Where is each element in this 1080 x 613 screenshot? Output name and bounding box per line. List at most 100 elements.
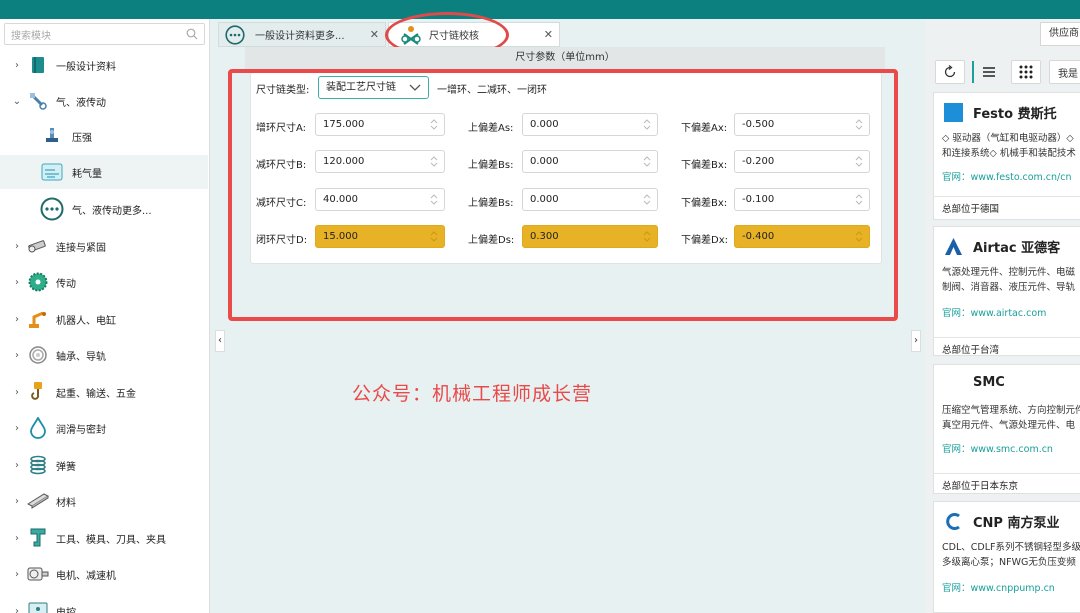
supplier-headquarters: 总部位于台湾 (934, 337, 1080, 356)
clamp-icon (26, 526, 50, 550)
supplier-website-link[interactable]: 官网：www.cnppump.cn (942, 580, 1055, 594)
supplier-panel: 供应商 我是 Festo 费斯托 ◇ 驱动器（气缸和电驱动器）◇ 和连接系统◇ 机… (925, 19, 1080, 613)
sidebar-item-label: 气、液传动 (56, 97, 106, 109)
sidebar-item-bearing[interactable]: › 轴承、导轨 (0, 338, 208, 372)
description-line: 和连接系统◇ 机械手和装配技术 (942, 148, 1076, 159)
refresh-icon (944, 65, 956, 78)
refresh-button[interactable] (935, 60, 965, 84)
chevron-right-icon[interactable]: › (12, 60, 22, 71)
supplier-name: Festo 费斯托 (973, 107, 1057, 122)
more-icon (225, 25, 245, 48)
sidebar-item-label: 轴承、导轨 (56, 351, 106, 363)
description-line: 压缩空气管理系统、方向控制元件 (942, 405, 1080, 416)
airtac-logo (945, 238, 962, 255)
tab-suppliers[interactable]: 供应商 (1040, 22, 1080, 46)
supplier-name: SMC (973, 375, 1005, 390)
sidebar-item-pressure[interactable]: 压强 (0, 119, 208, 153)
supplier-headquarters: 总部位于德国 (934, 196, 1080, 215)
sidebar-item-label: 机器人、电缸 (56, 315, 116, 327)
close-icon[interactable]: ✕ (544, 28, 553, 41)
spring-icon (26, 453, 50, 477)
sidebar-item-label: 电控 (56, 607, 76, 613)
control-icon (26, 599, 50, 613)
sidebar-item-lifting[interactable]: › 起重、输送、五金 (0, 375, 208, 409)
sidebar-item-pneumatic-more[interactable]: 气、液传动更多... (0, 192, 208, 226)
sidebar-item-tools[interactable]: › 工具、模具、刀具、夹具 (0, 521, 208, 555)
chevron-right-icon[interactable]: › (12, 423, 22, 434)
chevron-right-icon[interactable]: › (12, 460, 22, 471)
sidebar-item-label: 起重、输送、五金 (56, 388, 136, 400)
sidebar-item-air-consumption[interactable]: 耗气量 (0, 155, 208, 189)
motor-icon (26, 562, 50, 586)
supplier-name: Airtac 亚德客 (973, 241, 1061, 256)
search-placeholder: 搜索模块 (11, 30, 51, 42)
sidebar-item-robot[interactable]: › 机器人、电缸 (0, 302, 208, 336)
chevron-down-icon[interactable]: ⌄ (12, 96, 22, 107)
more-icon (40, 197, 64, 221)
sidebar-item-pneumatic[interactable]: ⌄ 气、液传动 (0, 84, 208, 118)
supplier-description: 压缩空气管理系统、方向控制元件 真空用元件、气源处理元件、电 (942, 403, 1080, 433)
tab-label: 一般设计资料更多... (255, 31, 345, 42)
filter-button[interactable]: 我是 (1049, 60, 1080, 84)
supplier-card-airtac[interactable]: Airtac 亚德客 气源处理元件、控制元件、电磁 制阀、消音器、液压元件、导轨 … (933, 226, 1080, 356)
annotation-box (228, 69, 898, 321)
description-line: ◇ 驱动器（气缸和电驱动器）◇ (942, 133, 1074, 144)
sidebar-item-label: 润滑与密封 (56, 424, 106, 436)
sidebar-item-material[interactable]: › 材料 (0, 484, 208, 518)
view-separator (972, 61, 974, 83)
sidebar-item-spring[interactable]: › 弹簧 (0, 448, 208, 482)
supplier-name: CNP 南方泵业 (973, 516, 1060, 531)
chevron-right-icon[interactable]: › (12, 314, 22, 325)
supplier-card-smc[interactable]: SMC 压缩空气管理系统、方向控制元件 真空用元件、气源处理元件、电 官网：www… (933, 364, 1080, 494)
cnp-logo (946, 513, 960, 530)
chevron-right-icon[interactable]: › (12, 606, 22, 613)
sidebar-item-label: 耗气量 (72, 168, 102, 180)
tab-general-design-more[interactable]: 一般设计资料更多... ✕ (218, 22, 386, 47)
chevron-right-icon[interactable]: › (12, 350, 22, 361)
sidebar-item-control[interactable]: › 电控 (0, 594, 208, 613)
supplier-card-cnp[interactable]: CNP 南方泵业 CDL、CDLF系列不锈钢轻型多级 多级离心泵；NFWG无负压变… (933, 501, 1080, 613)
chevron-right-icon[interactable]: › (12, 241, 22, 252)
title-bar (0, 0, 1080, 19)
collapse-left-button[interactable]: ‹ (215, 330, 225, 352)
chevron-right-icon[interactable]: › (12, 387, 22, 398)
supplier-website-link[interactable]: 官网：www.smc.com.cn (942, 441, 1053, 455)
grid-view-button[interactable] (1011, 60, 1041, 84)
air-consumption-icon (40, 160, 64, 184)
gear-icon (26, 270, 50, 294)
sidebar-item-fastening[interactable]: › 连接与紧固 (0, 229, 208, 263)
description-line: 制阀、消音器、液压元件、导轨 (942, 282, 1076, 293)
supplier-description: CDL、CDLF系列不锈钢轻型多级 多级离心泵；NFWG无负压变频 (942, 540, 1080, 570)
search-icon[interactable] (186, 28, 198, 40)
book-icon (26, 53, 50, 77)
collapse-right-button[interactable]: › (911, 330, 921, 352)
chevron-right-icon[interactable]: › (12, 496, 22, 507)
supplier-website-link[interactable]: 官网：www.airtac.com (942, 305, 1046, 319)
supplier-website-link[interactable]: 官网：www.festo.com.cn/cn (942, 169, 1071, 183)
sidebar-item-motor[interactable]: › 电机、减速机 (0, 557, 208, 591)
robot-icon (26, 307, 50, 331)
description-line: 气源处理元件、控制元件、电磁 (942, 267, 1076, 278)
bearing-icon (26, 343, 50, 367)
module-sidebar: 搜索模块 › 一般设计资料 ⌄ 气、液传动 压强 耗气量 气、液传动更多... … (0, 19, 210, 613)
panel-header: 尺寸参数（单位mm） (245, 47, 885, 69)
chevron-right-icon[interactable]: › (12, 533, 22, 544)
sidebar-item-general-design[interactable]: › 一般设计资料 (0, 48, 208, 82)
pressure-icon (40, 124, 64, 148)
supplier-card-festo[interactable]: Festo 费斯托 ◇ 驱动器（气缸和电驱动器）◇ 和连接系统◇ 机械手和装配技术… (933, 92, 1080, 220)
filter-label: 我是 (1058, 68, 1078, 80)
list-view-button[interactable] (977, 60, 1001, 84)
sidebar-item-label: 弹簧 (56, 461, 76, 473)
supplier-description: 气源处理元件、控制元件、电磁 制阀、消音器、液压元件、导轨 (942, 265, 1080, 295)
module-search-input[interactable]: 搜索模块 (4, 23, 205, 45)
chevron-right-icon[interactable]: › (12, 569, 22, 580)
beam-icon (26, 489, 50, 513)
sidebar-item-lubrication[interactable]: › 润滑与密封 (0, 411, 208, 445)
sidebar-item-label: 压强 (72, 132, 92, 144)
sidebar-item-transmission[interactable]: › 传动 (0, 265, 208, 299)
hook-icon (26, 380, 50, 404)
festo-logo (944, 103, 963, 122)
supplier-headquarters: 总部位于日本东京 (934, 473, 1080, 492)
close-icon[interactable]: ✕ (370, 28, 379, 41)
chevron-right-icon[interactable]: › (12, 277, 22, 288)
